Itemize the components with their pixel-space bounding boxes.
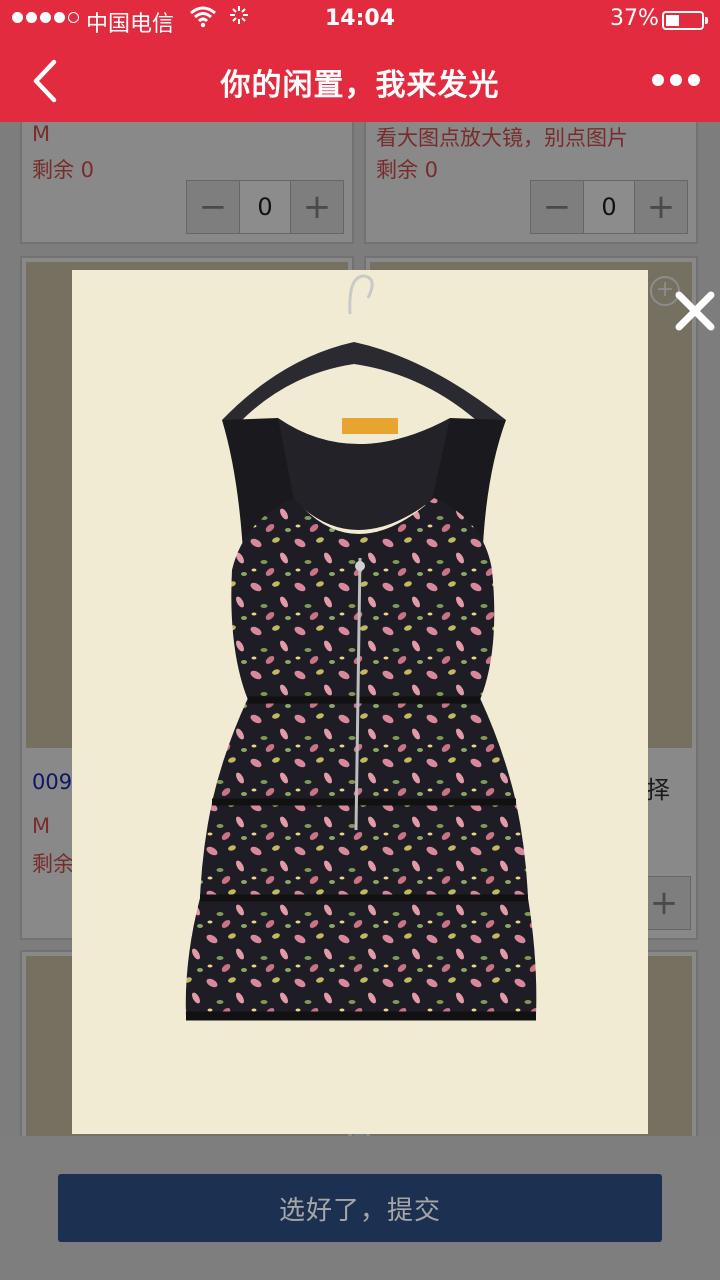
page-title: 你的闲置，我来发光 (220, 68, 500, 103)
top-bar: 中国电信 14:04 37% 你的闲置，我来发光 (0, 0, 720, 122)
submit-button-shade (58, 1174, 662, 1242)
battery-percentage: 37% (610, 6, 659, 31)
navigation-bar: 你的闲置，我来发光 (0, 40, 720, 122)
enlarged-product-image (72, 270, 648, 1134)
dress-illustration (185, 274, 537, 1021)
close-icon[interactable] (674, 290, 716, 332)
more-options-icon[interactable] (652, 74, 700, 86)
status-bar: 中国电信 14:04 37% (0, 0, 720, 40)
battery-icon (662, 11, 708, 30)
battery-fill (666, 15, 679, 26)
